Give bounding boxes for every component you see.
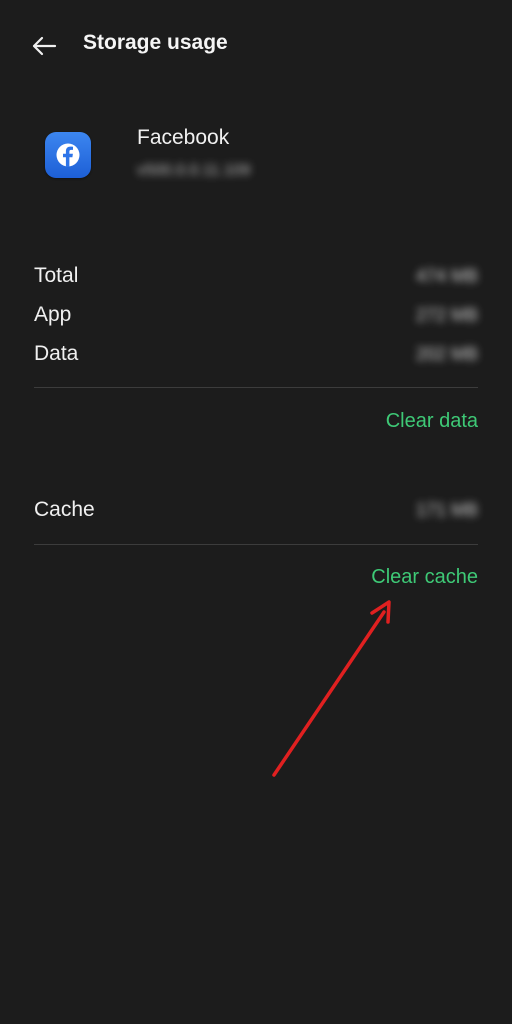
divider [34,387,478,388]
back-button[interactable] [26,28,62,64]
app-name: Facebook [137,126,230,149]
data-size-value: 202 MB [415,344,478,364]
app-size-row: App 272 MB [34,303,478,337]
app-info-header: Facebook v500.0.0.11.109 [0,115,512,215]
total-label: Total [34,264,79,287]
app-size-value: 272 MB [415,305,478,325]
page-title: Storage usage [83,31,228,54]
arrow-left-icon [32,36,57,56]
app-bar: Storage usage [0,0,512,90]
cache-label: Cache [34,498,95,521]
clear-cache-button[interactable]: Clear cache [371,566,478,589]
total-value: 474 MB [415,266,478,286]
total-row: Total 474 MB [34,264,478,298]
data-size-row: Data 202 MB [34,342,478,376]
app-version: v500.0.0.11.109 [137,162,251,179]
data-size-label: Data [34,342,79,365]
divider [34,544,478,545]
cache-value: 171 MB [415,500,478,520]
app-size-label: App [34,303,72,326]
cache-row: Cache 171 MB [34,498,478,532]
clear-data-button[interactable]: Clear data [386,410,478,433]
facebook-icon [45,132,91,178]
